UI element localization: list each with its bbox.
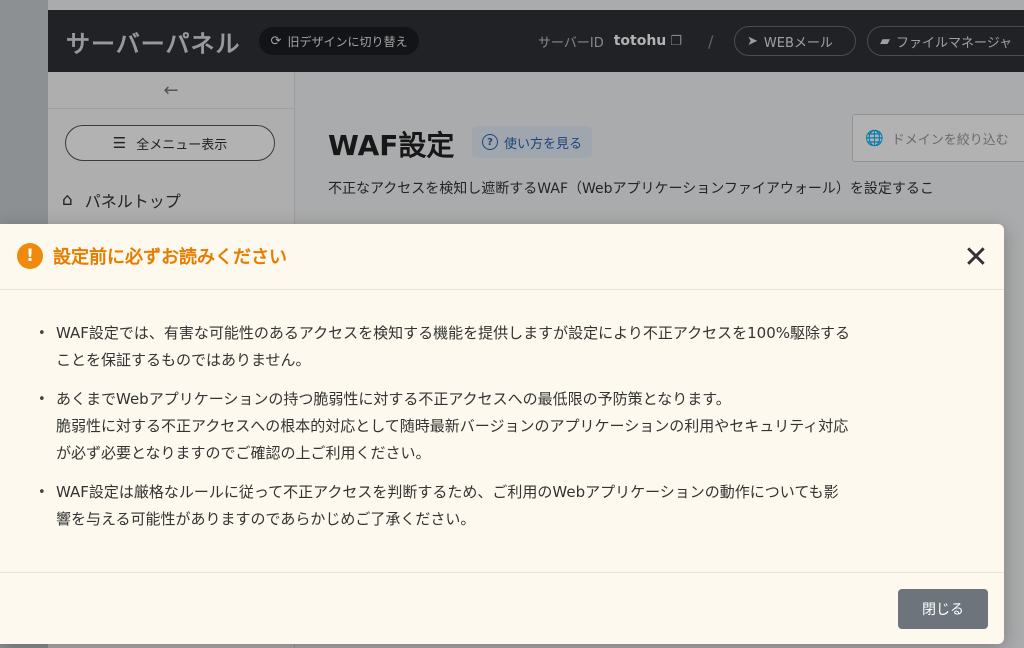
modal-header: ! 設定前に必ずお読みください ✕ bbox=[0, 224, 1004, 290]
modal-body: WAF設定では、有害な可能性のあるアクセスを検知する機能を提供しますが設定により… bbox=[0, 290, 1004, 572]
list-item: WAF設定では、有害な可能性のあるアクセスを検知する機能を提供しますが設定により… bbox=[38, 320, 978, 374]
notice-text: WAF設定では、有害な可能性のあるアクセスを検知する機能を提供しますが設定により… bbox=[56, 324, 850, 342]
close-icon[interactable]: ✕ bbox=[960, 240, 992, 275]
notice-text: ことを保証するものではありません。 bbox=[56, 351, 311, 369]
notice-text: が必ず必要となりますのでご確認の上ご利用ください。 bbox=[56, 444, 431, 462]
close-button[interactable]: 閉じる bbox=[898, 589, 988, 629]
list-item: WAF設定は厳格なルールに従って不正アクセスを判断するため、ご利用のWebアプリ… bbox=[38, 479, 978, 533]
warning-icon: ! bbox=[17, 243, 43, 269]
notice-list: WAF設定では、有害な可能性のあるアクセスを検知する機能を提供しますが設定により… bbox=[38, 320, 978, 545]
modal-footer: 閉じる bbox=[0, 572, 1004, 645]
notice-text: WAF設定は厳格なルールに従って不正アクセスを判断するため、ご利用のWebアプリ… bbox=[56, 483, 839, 501]
list-item: あくまでWebアプリケーションの持つ脆弱性に対する不正アクセスへの最低限の予防策… bbox=[38, 386, 978, 467]
notice-modal: ! 設定前に必ずお読みください ✕ WAF設定では、有害な可能性のあるアクセスを… bbox=[0, 224, 1004, 644]
notice-text: 脆弱性に対する不正アクセスへの根本的対応として随時最新バージョンのアプリケーショ… bbox=[56, 417, 849, 435]
notice-text: あくまでWebアプリケーションの持つ脆弱性に対する不正アクセスへの最低限の予防策… bbox=[56, 390, 731, 408]
notice-text: 響を与える可能性がありますのであらかじめご了承ください。 bbox=[56, 510, 476, 528]
modal-title: 設定前に必ずお読みください bbox=[53, 247, 287, 268]
